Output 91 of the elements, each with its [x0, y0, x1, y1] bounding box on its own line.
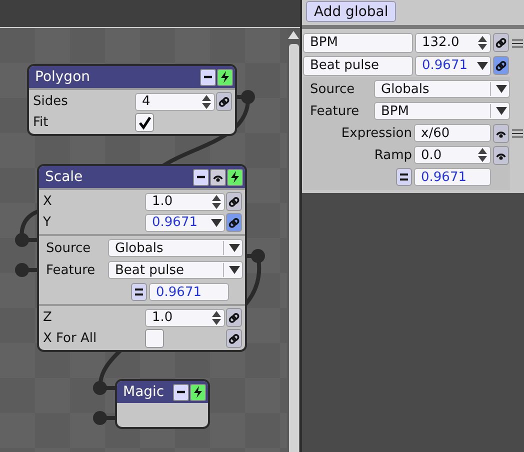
param-label: Sides — [33, 94, 69, 109]
watch-button[interactable] — [493, 146, 509, 164]
checkbox[interactable] — [145, 329, 164, 348]
collapse-button[interactable] — [200, 68, 216, 86]
enable-toggle[interactable] — [227, 168, 243, 186]
node-card[interactable]: Polygon Sides 4 Fit — [27, 64, 237, 136]
watch-button[interactable] — [210, 168, 226, 186]
number-field[interactable]: 4 — [135, 92, 215, 110]
chain-link-icon — [228, 216, 240, 228]
spinner-arrows-icon[interactable] — [211, 310, 222, 326]
spinner-arrows-icon[interactable] — [477, 147, 488, 163]
setting-label: Expression — [340, 126, 412, 140]
output-value-field: 0.9671 — [414, 168, 491, 186]
driven-value-field[interactable]: 0.9671 — [415, 56, 491, 76]
param-label: Y — [43, 215, 52, 230]
link-button[interactable] — [226, 329, 242, 348]
dropdown-arrow-icon[interactable] — [477, 62, 488, 70]
drag-handle-icon[interactable] — [512, 39, 523, 48]
node-header[interactable]: Magic — [117, 381, 208, 403]
lightning-icon — [230, 171, 240, 183]
node-header[interactable]: Polygon — [29, 66, 235, 88]
equals-icon — [399, 172, 409, 182]
chain-link-icon — [495, 36, 507, 48]
chain-link-icon — [495, 60, 507, 72]
node-card[interactable]: Scale X 1.0 Y 0.9671 Source Globals Feature Beat pulse 0.9671 Z 1.0 X For All — [37, 164, 247, 352]
link-button[interactable] — [226, 213, 242, 232]
number-field[interactable]: 0.0 — [414, 146, 491, 164]
link-button[interactable] — [493, 56, 509, 75]
number-field[interactable]: 1.0 — [145, 308, 225, 326]
port-dot[interactable] — [93, 411, 107, 425]
dropdown-arrow-icon[interactable] — [229, 244, 240, 252]
scrollbar[interactable] — [287, 28, 300, 452]
port-dot[interactable] — [251, 249, 265, 263]
watch-button[interactable] — [493, 124, 509, 142]
link-button[interactable] — [493, 33, 509, 52]
node-title: Scale — [45, 169, 84, 185]
port-dot[interactable] — [93, 381, 107, 395]
output-value-field: 0.9671 — [149, 283, 229, 301]
node-title: Magic — [123, 384, 166, 400]
chain-link-icon — [218, 96, 230, 108]
spinner-arrows-icon[interactable] — [477, 34, 488, 50]
equals-button[interactable] — [396, 168, 412, 186]
param-label: Source — [46, 240, 92, 256]
port-dot[interactable] — [241, 90, 255, 104]
port-dot[interactable] — [15, 233, 29, 247]
setting-label: Source — [310, 82, 356, 96]
dropdown[interactable]: Beat pulse — [108, 261, 243, 279]
param-label: Z — [43, 310, 53, 325]
collapse-button[interactable] — [173, 384, 189, 400]
number-field[interactable]: 132.0 — [415, 32, 491, 52]
dropdown-arrow-icon[interactable] — [496, 107, 507, 115]
link-button[interactable] — [216, 92, 232, 111]
global-name-field[interactable]: BPM — [303, 32, 413, 52]
spinner-arrows-icon[interactable] — [211, 194, 222, 210]
driven-value-field[interactable]: 0.9671 — [145, 214, 225, 232]
chain-link-icon — [228, 332, 240, 344]
lightning-icon — [220, 71, 230, 83]
scroll-up-icon[interactable] — [288, 31, 299, 39]
equals-icon — [134, 287, 144, 297]
number-field[interactable]: 1.0 — [145, 192, 225, 210]
port-dot[interactable] — [15, 263, 29, 277]
lightning-icon — [193, 386, 203, 398]
link-button[interactable] — [226, 308, 242, 327]
checkbox[interactable] — [135, 113, 154, 132]
collapse-button[interactable] — [193, 168, 209, 186]
node-header[interactable]: Scale — [39, 166, 245, 188]
dropdown[interactable]: Globals — [374, 80, 510, 98]
setting-label: Feature — [310, 104, 360, 118]
node-card[interactable]: Magic — [115, 379, 210, 429]
enable-toggle[interactable] — [217, 68, 233, 86]
chain-link-icon — [228, 312, 240, 324]
param-label: Feature — [46, 262, 96, 278]
dropdown-arrow-icon[interactable] — [496, 85, 507, 93]
dropdown[interactable]: BPM — [374, 102, 510, 120]
node-title: Polygon — [35, 69, 92, 85]
dropdown[interactable]: Globals — [108, 239, 243, 257]
setting-label: Ramp — [373, 148, 412, 162]
enable-toggle[interactable] — [190, 384, 206, 400]
drag-handle-icon[interactable] — [512, 129, 523, 138]
link-button[interactable] — [226, 192, 242, 211]
param-label: X — [43, 194, 53, 209]
param-label: X For All — [43, 331, 98, 346]
equals-button[interactable] — [131, 283, 147, 301]
spinner-arrows-icon[interactable] — [201, 94, 212, 110]
expression-field[interactable]: x/60 — [414, 124, 491, 142]
dropdown-arrow-icon[interactable] — [211, 218, 222, 226]
add-global-button[interactable]: Add global — [306, 1, 396, 22]
param-label: Fit — [33, 115, 50, 130]
chain-link-icon — [228, 196, 240, 208]
dropdown-arrow-icon[interactable] — [229, 266, 240, 274]
global-name-field[interactable]: Beat pulse — [303, 56, 413, 76]
